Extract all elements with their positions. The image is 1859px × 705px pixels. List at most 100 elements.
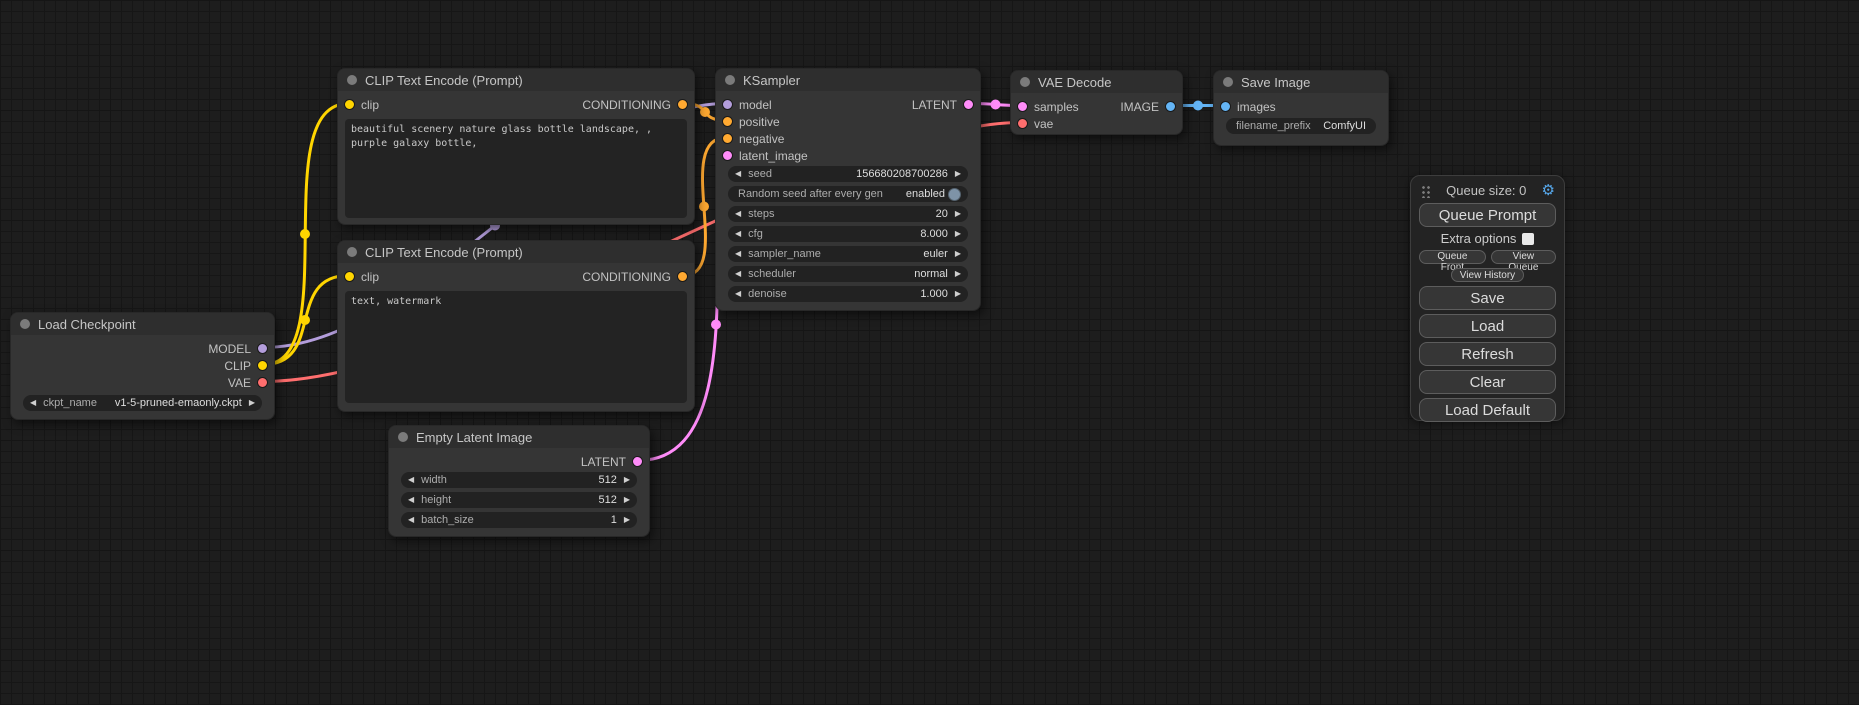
- port-model-output[interactable]: [257, 343, 268, 354]
- decrement-arrow-icon[interactable]: ◀: [408, 496, 414, 504]
- decrement-arrow-icon[interactable]: ◀: [735, 290, 741, 298]
- queue-front-button[interactable]: Queue Front: [1419, 250, 1486, 264]
- port-vae-output[interactable]: [257, 377, 268, 388]
- widget-sampler-name[interactable]: ◀ sampler_name euler ▶: [728, 246, 968, 262]
- collapse-dot-icon[interactable]: [1223, 77, 1233, 87]
- view-queue-button[interactable]: View Queue: [1491, 250, 1556, 264]
- input-slot-clip[interactable]: clip: [344, 270, 379, 284]
- node-title-bar[interactable]: Save Image: [1214, 71, 1388, 93]
- increment-arrow-icon[interactable]: ▶: [249, 399, 255, 407]
- collapse-dot-icon[interactable]: [1020, 77, 1030, 87]
- increment-arrow-icon[interactable]: ▶: [955, 230, 961, 238]
- port-clip-input[interactable]: [344, 99, 355, 110]
- load-default-button[interactable]: Load Default: [1419, 398, 1556, 422]
- port-image-output[interactable]: [1165, 101, 1176, 112]
- increment-arrow-icon[interactable]: ▶: [624, 496, 630, 504]
- refresh-button[interactable]: Refresh: [1419, 342, 1556, 366]
- settings-gear-icon[interactable]: ⚙: [1542, 183, 1555, 198]
- collapse-dot-icon[interactable]: [725, 75, 735, 85]
- widget-seed[interactable]: ◀ seed 156680208700286 ▶: [728, 166, 968, 182]
- output-slot-latent[interactable]: LATENT: [581, 455, 643, 469]
- widget-height[interactable]: ◀ height 512 ▶: [401, 492, 637, 508]
- output-slot-latent[interactable]: LATENT: [912, 98, 974, 112]
- output-slot-conditioning[interactable]: CONDITIONING: [582, 270, 688, 284]
- decrement-arrow-icon[interactable]: ◀: [30, 399, 36, 407]
- increment-arrow-icon[interactable]: ▶: [955, 210, 961, 218]
- widget-batch-size[interactable]: ◀ batch_size 1 ▶: [401, 512, 637, 528]
- widget-filename-prefix[interactable]: filename_prefix ComfyUI: [1226, 118, 1376, 134]
- collapse-dot-icon[interactable]: [347, 75, 357, 85]
- prompt-textarea[interactable]: beautiful scenery nature glass bottle la…: [345, 119, 687, 218]
- collapse-dot-icon[interactable]: [20, 319, 30, 329]
- input-slot-vae[interactable]: vae: [1017, 117, 1053, 131]
- input-slot-latent-image[interactable]: latent_image: [722, 149, 808, 163]
- node-empty-latent-image[interactable]: Empty Latent Image LATENT ◀ width 512 ▶ …: [388, 425, 650, 537]
- port-vae-input[interactable]: [1017, 118, 1028, 129]
- input-slot-model[interactable]: model: [722, 98, 772, 112]
- save-button[interactable]: Save: [1419, 286, 1556, 310]
- collapse-dot-icon[interactable]: [347, 247, 357, 257]
- node-title-bar[interactable]: VAE Decode: [1011, 71, 1182, 93]
- node-graph-canvas[interactable]: Load Checkpoint MODEL CLIP VAE: [0, 0, 1859, 705]
- node-title-bar[interactable]: Load Checkpoint: [11, 313, 274, 335]
- port-clip-input[interactable]: [344, 271, 355, 282]
- node-title-bar[interactable]: CLIP Text Encode (Prompt): [338, 241, 694, 263]
- seed-toggle-knob-icon[interactable]: [948, 188, 961, 201]
- input-slot-clip[interactable]: clip: [344, 98, 379, 112]
- output-slot-conditioning[interactable]: CONDITIONING: [582, 98, 688, 112]
- decrement-arrow-icon[interactable]: ◀: [408, 476, 414, 484]
- widget-random-seed-toggle[interactable]: Random seed after every gen enabled: [728, 186, 968, 202]
- port-negative-input[interactable]: [722, 133, 733, 144]
- output-slot-clip[interactable]: CLIP: [224, 359, 268, 373]
- output-slot-model[interactable]: MODEL: [208, 342, 268, 356]
- port-clip-output[interactable]: [257, 360, 268, 371]
- decrement-arrow-icon[interactable]: ◀: [735, 230, 741, 238]
- node-title-bar[interactable]: Empty Latent Image: [389, 426, 649, 448]
- widget-denoise[interactable]: ◀ denoise 1.000 ▶: [728, 286, 968, 302]
- increment-arrow-icon[interactable]: ▶: [624, 516, 630, 524]
- node-title-bar[interactable]: CLIP Text Encode (Prompt): [338, 69, 694, 91]
- port-conditioning-output[interactable]: [677, 99, 688, 110]
- collapse-dot-icon[interactable]: [398, 432, 408, 442]
- widget-cfg[interactable]: ◀ cfg 8.000 ▶: [728, 226, 968, 242]
- extra-options-checkbox[interactable]: [1522, 233, 1534, 245]
- node-ksampler[interactable]: KSampler model LATENT positive: [715, 68, 981, 311]
- decrement-arrow-icon[interactable]: ◀: [735, 270, 741, 278]
- decrement-arrow-icon[interactable]: ◀: [735, 250, 741, 258]
- port-samples-input[interactable]: [1017, 101, 1028, 112]
- port-images-input[interactable]: [1220, 101, 1231, 112]
- port-model-input[interactable]: [722, 99, 733, 110]
- port-latent-output[interactable]: [632, 456, 643, 467]
- port-latent-image-input[interactable]: [722, 150, 733, 161]
- port-latent-output[interactable]: [963, 99, 974, 110]
- node-clip-text-encode-negative[interactable]: CLIP Text Encode (Prompt) clip CONDITION…: [337, 240, 695, 412]
- input-slot-positive[interactable]: positive: [722, 115, 780, 129]
- node-vae-decode[interactable]: VAE Decode samples IMAGE vae: [1010, 70, 1183, 135]
- input-slot-images[interactable]: images: [1220, 100, 1276, 114]
- widget-scheduler[interactable]: ◀ scheduler normal ▶: [728, 266, 968, 282]
- widget-ckpt-name[interactable]: ◀ ckpt_name v1-5-pruned-emaonly.ckpt ▶: [23, 395, 262, 411]
- clear-button[interactable]: Clear: [1419, 370, 1556, 394]
- node-save-image[interactable]: Save Image images filename_prefix ComfyU…: [1213, 70, 1389, 146]
- prompt-textarea[interactable]: text, watermark: [345, 291, 687, 403]
- increment-arrow-icon[interactable]: ▶: [955, 250, 961, 258]
- increment-arrow-icon[interactable]: ▶: [955, 290, 961, 298]
- widget-width[interactable]: ◀ width 512 ▶: [401, 472, 637, 488]
- view-history-button[interactable]: View History: [1451, 268, 1524, 282]
- decrement-arrow-icon[interactable]: ◀: [735, 170, 741, 178]
- input-slot-negative[interactable]: negative: [722, 132, 784, 146]
- decrement-arrow-icon[interactable]: ◀: [408, 516, 414, 524]
- widget-steps[interactable]: ◀ steps 20 ▶: [728, 206, 968, 222]
- output-slot-image[interactable]: IMAGE: [1120, 100, 1176, 114]
- output-slot-vae[interactable]: VAE: [228, 376, 268, 390]
- queue-prompt-button[interactable]: Queue Prompt: [1419, 203, 1556, 227]
- node-load-checkpoint[interactable]: Load Checkpoint MODEL CLIP VAE: [10, 312, 275, 420]
- drag-handle-icon[interactable]: [1420, 184, 1431, 198]
- node-clip-text-encode-positive[interactable]: CLIP Text Encode (Prompt) clip CONDITION…: [337, 68, 695, 225]
- input-slot-samples[interactable]: samples: [1017, 100, 1079, 114]
- port-positive-input[interactable]: [722, 116, 733, 127]
- increment-arrow-icon[interactable]: ▶: [624, 476, 630, 484]
- increment-arrow-icon[interactable]: ▶: [955, 270, 961, 278]
- load-button[interactable]: Load: [1419, 314, 1556, 338]
- node-title-bar[interactable]: KSampler: [716, 69, 980, 91]
